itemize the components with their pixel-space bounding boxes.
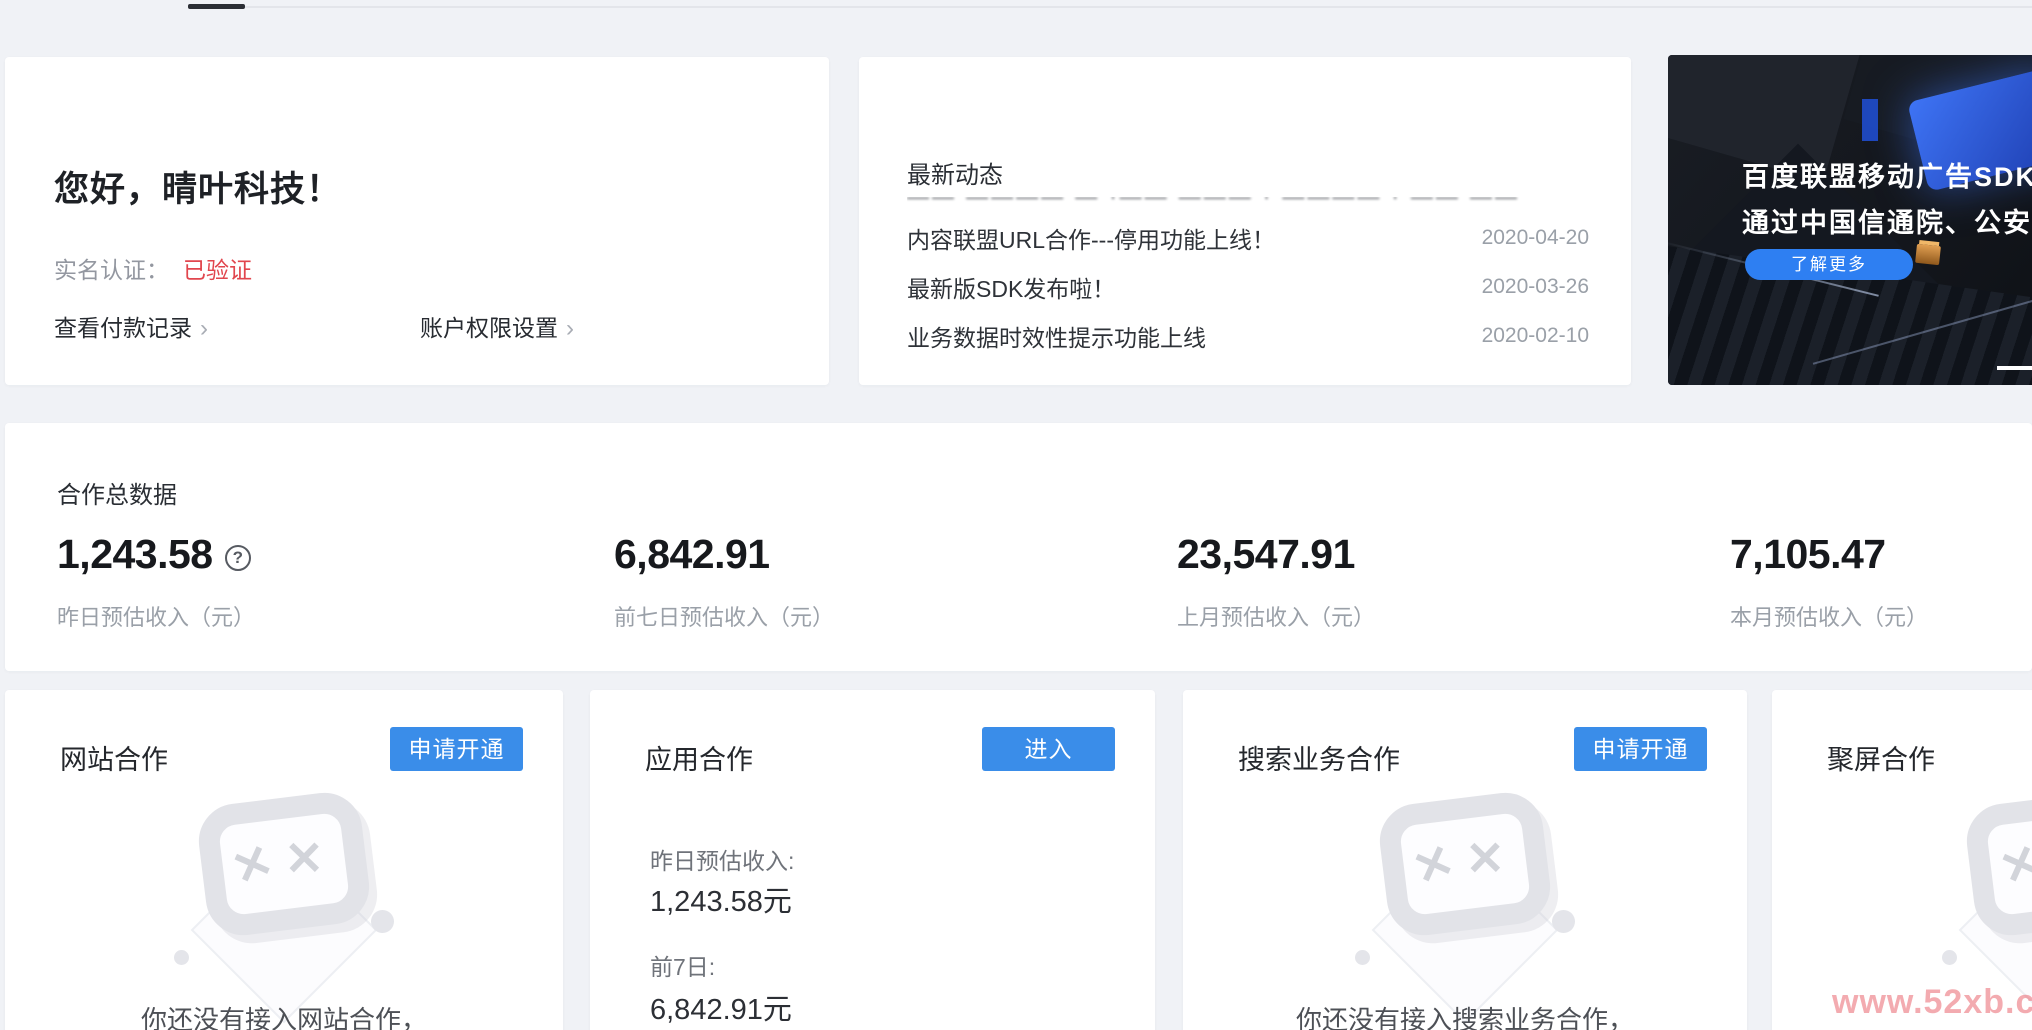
- app-coop-card: 应用合作 进入 昨日预估收入: 1,243.58元 前7日: 6,842.91元: [590, 690, 1155, 1030]
- stat-value: 6,842.91: [614, 531, 834, 578]
- total-data-card: 合作总数据 1,243.58? 昨日预估收入（元） 6,842.91 前七日预估…: [5, 423, 2032, 671]
- metric-label: 昨日预估收入:: [650, 842, 794, 876]
- site-watermark: www.52xb.cn: [1832, 983, 2032, 1022]
- empty-state-illustration: ✕ ✕: [174, 792, 394, 1007]
- empty-state-illustration: ✕ ✕: [1942, 792, 2032, 1007]
- apply-open-button[interactable]: 申请开通: [1574, 727, 1707, 771]
- greeting-title: 您好，晴叶科技！: [54, 161, 342, 212]
- top-divider: [245, 6, 2032, 8]
- stat-last-month: 23,547.91 上月预估收入（元）: [1177, 531, 1375, 632]
- illustration-dot: [1552, 910, 1575, 933]
- payment-records-link[interactable]: 查看付款记录›: [54, 309, 208, 343]
- dashboard-page: 您好，晴叶科技！ 实名认证： 已验证 查看付款记录› 账户权限设置› 最新动态 —…: [0, 0, 2032, 1030]
- x-eye-icon: ✕: [1465, 830, 1505, 887]
- realname-label: 实名认证：: [54, 257, 169, 283]
- stat-label: 前七日预估收入（元）: [614, 600, 834, 632]
- juping-coop-card: 聚屏合作 ✕ ✕ 你还没有接入聚屏合作，: [1772, 690, 2032, 1030]
- banner-headline-line1: 百度联盟移动广告SDK: [1742, 155, 2032, 194]
- stat-label: 昨日预估收入（元）: [57, 600, 255, 632]
- news-item-title: 内容联盟URL合作---停用功能上线！: [907, 221, 1275, 255]
- stat-value: 1,243.58?: [57, 531, 255, 578]
- dead-tv-icon: ✕ ✕: [1376, 788, 1555, 939]
- illustration-dot: [371, 910, 394, 933]
- news-list: —— ———— — ·—— ——— · ———— · —— —— 内容联盟URL…: [907, 197, 1589, 360]
- app-coop-title: 应用合作: [645, 738, 753, 777]
- news-item-title: 最新版SDK发布啦！: [907, 270, 1115, 304]
- news-item-partial: —— ———— — ·—— ——— · ———— · —— ——: [907, 197, 1589, 213]
- stat-this-month: 7,105.47 本月预估收入（元）: [1730, 531, 1928, 632]
- news-item-date: 2020-03-26: [1482, 275, 1589, 299]
- website-coop-card: 网站合作 申请开通 ✕ ✕ 你还没有接入网站合作，: [5, 690, 563, 1030]
- news-item-title: 业务数据时效性提示功能上线: [907, 319, 1206, 353]
- stat-label: 上月预估收入（元）: [1177, 600, 1375, 632]
- news-item[interactable]: 最新版SDK发布啦！ 2020-03-26: [907, 262, 1589, 311]
- stat-last7days: 6,842.91 前七日预估收入（元）: [614, 531, 834, 632]
- promo-banner[interactable]: 百度联盟移动广告SDK 通过中国信通院、公安部 了解更多: [1668, 55, 2032, 385]
- x-eye-icon: ✕: [224, 832, 281, 898]
- greeting-links: 查看付款记录› 账户权限设置›: [54, 309, 774, 339]
- x-eye-icon: ✕: [284, 830, 324, 887]
- news-card: 最新动态 —— ———— — ·—— ——— · ———— · —— —— 内容…: [859, 57, 1631, 385]
- stat-value: 7,105.47: [1730, 531, 1928, 578]
- banner-carousel-indicator[interactable]: [1997, 366, 2032, 370]
- stat-label: 本月预估收入（元）: [1730, 600, 1928, 632]
- realname-status-verified: 已验证: [183, 257, 252, 283]
- illustration-dot: [174, 950, 189, 965]
- banner-learn-more-button[interactable]: 了解更多: [1745, 249, 1913, 280]
- metric-label: 前7日:: [650, 948, 715, 982]
- news-item[interactable]: 内容联盟URL合作---停用功能上线！ 2020-04-20: [907, 213, 1589, 262]
- news-title: 最新动态: [907, 155, 1003, 190]
- enter-button[interactable]: 进入: [982, 727, 1115, 771]
- x-eye-icon: ✕: [1405, 832, 1462, 898]
- realname-row: 实名认证： 已验证: [54, 251, 252, 285]
- metric-value: 1,243.58元: [650, 878, 792, 920]
- banner-orange-cube: [1915, 244, 1941, 265]
- search-coop-card: 搜索业务合作 申请开通 ✕ ✕ 你还没有接入搜索业务合作，: [1183, 690, 1747, 1030]
- metric-value: 6,842.91元: [650, 986, 792, 1028]
- account-permission-link[interactable]: 账户权限设置›: [420, 309, 574, 343]
- illustration-dot: [1942, 950, 1957, 965]
- stat-yesterday: 1,243.58? 昨日预估收入（元）: [57, 531, 255, 632]
- stat-value: 23,547.91: [1177, 531, 1375, 578]
- active-tab-underline: [188, 4, 245, 9]
- total-data-title: 合作总数据: [57, 475, 177, 510]
- x-eye-icon: ✕: [1992, 832, 2032, 898]
- dead-tv-icon: ✕ ✕: [195, 788, 374, 939]
- empty-state-text: 你还没有接入搜索业务合作，: [1183, 1000, 1747, 1030]
- apply-open-button[interactable]: 申请开通: [390, 727, 523, 771]
- search-coop-title: 搜索业务合作: [1238, 738, 1400, 777]
- illustration-dot: [1355, 950, 1370, 965]
- chevron-right-icon: ›: [200, 315, 208, 342]
- news-item-date: 2020-04-20: [1482, 226, 1589, 250]
- banner-headline-line2: 通过中国信通院、公安部: [1742, 201, 2032, 240]
- website-coop-title: 网站合作: [60, 738, 168, 777]
- empty-state-illustration: ✕ ✕: [1355, 792, 1575, 1007]
- chevron-right-icon: ›: [566, 315, 574, 342]
- banner-blue-slab: [1862, 99, 1878, 141]
- juping-coop-title: 聚屏合作: [1827, 738, 1935, 777]
- news-item-date: 2020-02-10: [1482, 324, 1589, 348]
- help-icon[interactable]: ?: [225, 545, 251, 571]
- greeting-card: 您好，晴叶科技！ 实名认证： 已验证 查看付款记录› 账户权限设置›: [5, 57, 829, 385]
- news-item[interactable]: 业务数据时效性提示功能上线 2020-02-10: [907, 311, 1589, 360]
- empty-state-text: 你还没有接入网站合作，: [5, 1000, 563, 1030]
